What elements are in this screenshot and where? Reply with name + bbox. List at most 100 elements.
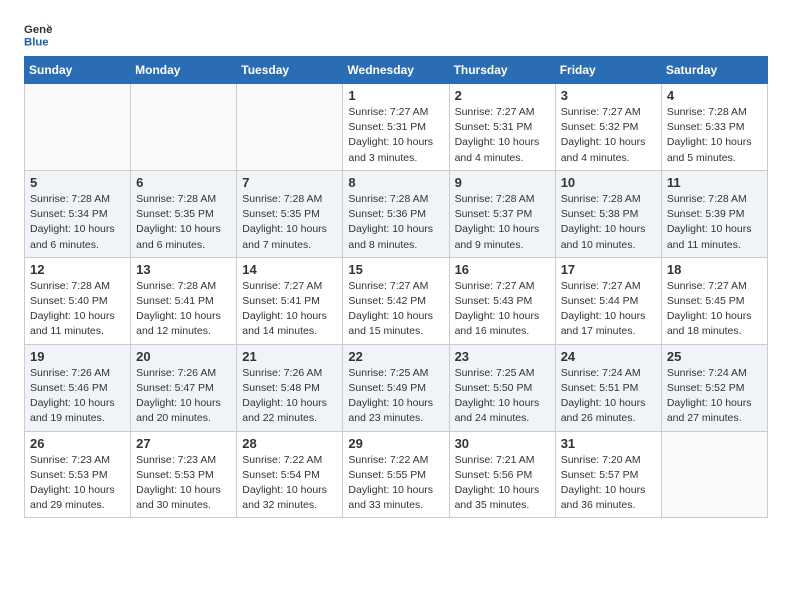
calendar-cell: 30Sunrise: 7:21 AM Sunset: 5:56 PM Dayli… — [449, 431, 555, 518]
svg-text:General: General — [24, 24, 52, 36]
day-number: 27 — [136, 436, 231, 451]
day-number: 26 — [30, 436, 125, 451]
day-number: 4 — [667, 88, 762, 103]
calendar-cell: 15 Sunrise: 7:27 AM Sunset: 5:42 PM Dayli… — [343, 257, 449, 344]
calendar-cell: 12Sunrise: 7:28 AM Sunset: 5:40 PM Dayli… — [25, 257, 131, 344]
calendar-cell: 11 Sunrise: 7:28 AM Sunset: 5:39 PM Dayli… — [661, 170, 767, 257]
calendar-cell — [25, 84, 131, 171]
day-info: Sunrise: 7:22 AM Sunset: 5:55 PM Dayligh… — [348, 453, 443, 514]
day-info: Sunrise: 7:24 AM Sunset: 5:51 PM Dayligh… — [561, 366, 656, 427]
calendar-cell: 7 Sunrise: 7:28 AM Sunset: 5:35 PM Daylig… — [237, 170, 343, 257]
day-info: Sunrise: 7:27 AM Sunset: 5:42 PM Dayligh… — [348, 279, 443, 340]
calendar-header-row: SundayMondayTuesdayWednesdayThursdayFrid… — [25, 57, 768, 84]
calendar-cell: 26Sunrise: 7:23 AM Sunset: 5:53 PM Dayli… — [25, 431, 131, 518]
calendar-cell: 29Sunrise: 7:22 AM Sunset: 5:55 PM Dayli… — [343, 431, 449, 518]
day-number: 11 — [667, 175, 762, 190]
day-info: Sunrise: 7:28 AM Sunset: 5:35 PM Dayligh… — [242, 192, 337, 253]
day-number: 8 — [348, 175, 443, 190]
day-number: 28 — [242, 436, 337, 451]
calendar-cell: 24 Sunrise: 7:24 AM Sunset: 5:51 PM Dayli… — [555, 344, 661, 431]
day-info: Sunrise: 7:27 AM Sunset: 5:44 PM Dayligh… — [561, 279, 656, 340]
weekday-header-wednesday: Wednesday — [343, 57, 449, 84]
calendar-cell: 16 Sunrise: 7:27 AM Sunset: 5:43 PM Dayli… — [449, 257, 555, 344]
calendar-cell — [131, 84, 237, 171]
weekday-header-sunday: Sunday — [25, 57, 131, 84]
day-info: Sunrise: 7:28 AM Sunset: 5:33 PM Dayligh… — [667, 105, 762, 166]
day-info: Sunrise: 7:23 AM Sunset: 5:53 PM Dayligh… — [136, 453, 231, 514]
calendar-week-1: 1 Sunrise: 7:27 AM Sunset: 5:31 PM Daylig… — [25, 84, 768, 171]
day-info: Sunrise: 7:20 AM Sunset: 5:57 PM Dayligh… — [561, 453, 656, 514]
day-info: Sunrise: 7:27 AM Sunset: 5:31 PM Dayligh… — [455, 105, 550, 166]
day-number: 23 — [455, 349, 550, 364]
day-info: Sunrise: 7:21 AM Sunset: 5:56 PM Dayligh… — [455, 453, 550, 514]
day-info: Sunrise: 7:26 AM Sunset: 5:48 PM Dayligh… — [242, 366, 337, 427]
day-number: 17 — [561, 262, 656, 277]
day-info: Sunrise: 7:28 AM Sunset: 5:35 PM Dayligh… — [136, 192, 231, 253]
calendar-cell: 9 Sunrise: 7:28 AM Sunset: 5:37 PM Daylig… — [449, 170, 555, 257]
weekday-header-tuesday: Tuesday — [237, 57, 343, 84]
day-number: 3 — [561, 88, 656, 103]
weekday-header-saturday: Saturday — [661, 57, 767, 84]
day-number: 15 — [348, 262, 443, 277]
day-info: Sunrise: 7:28 AM Sunset: 5:34 PM Dayligh… — [30, 192, 125, 253]
calendar-cell: 20 Sunrise: 7:26 AM Sunset: 5:47 PM Dayli… — [131, 344, 237, 431]
day-info: Sunrise: 7:28 AM Sunset: 5:38 PM Dayligh… — [561, 192, 656, 253]
calendar-week-4: 19Sunrise: 7:26 AM Sunset: 5:46 PM Dayli… — [25, 344, 768, 431]
page-header: General Blue — [24, 20, 768, 48]
day-info: Sunrise: 7:26 AM Sunset: 5:47 PM Dayligh… — [136, 366, 231, 427]
day-info: Sunrise: 7:27 AM Sunset: 5:43 PM Dayligh… — [455, 279, 550, 340]
calendar-cell: 13 Sunrise: 7:28 AM Sunset: 5:41 PM Dayli… — [131, 257, 237, 344]
calendar-cell: 1 Sunrise: 7:27 AM Sunset: 5:31 PM Daylig… — [343, 84, 449, 171]
calendar-week-5: 26 Sunrise: 7:23 AM Sunset: 5:53 PM Dayli… — [25, 431, 768, 518]
calendar-cell: 6 Sunrise: 7:28 AM Sunset: 5:35 PM Daylig… — [131, 170, 237, 257]
day-number: 16 — [455, 262, 550, 277]
day-number: 22 — [348, 349, 443, 364]
day-number: 14 — [242, 262, 337, 277]
day-number: 20 — [136, 349, 231, 364]
day-number: 10 — [561, 175, 656, 190]
calendar-cell: 5 Sunrise: 7:28 AM Sunset: 5:34 PM Daylig… — [25, 170, 131, 257]
day-number: 13 — [136, 262, 231, 277]
calendar-cell: 23 Sunrise: 7:25 AM Sunset: 5:50 PM Dayli… — [449, 344, 555, 431]
day-number: 5 — [30, 175, 125, 190]
weekday-header-thursday: Thursday — [449, 57, 555, 84]
weekday-header-friday: Friday — [555, 57, 661, 84]
day-info: Sunrise: 7:22 AM Sunset: 5:54 PM Dayligh… — [242, 453, 337, 514]
day-info: Sunrise: 7:27 AM Sunset: 5:45 PM Dayligh… — [667, 279, 762, 340]
day-number: 12 — [30, 262, 125, 277]
day-number: 9 — [455, 175, 550, 190]
day-number: 2 — [455, 88, 550, 103]
svg-text:Blue: Blue — [24, 36, 49, 48]
calendar-cell: 3 Sunrise: 7:27 AM Sunset: 5:32 PM Daylig… — [555, 84, 661, 171]
calendar-cell: 14 Sunrise: 7:27 AM Sunset: 5:41 PM Dayli… — [237, 257, 343, 344]
calendar-cell — [237, 84, 343, 171]
day-number: 24 — [561, 349, 656, 364]
day-info: Sunrise: 7:28 AM Sunset: 5:39 PM Dayligh… — [667, 192, 762, 253]
day-info: Sunrise: 7:28 AM Sunset: 5:37 PM Dayligh… — [455, 192, 550, 253]
day-info: Sunrise: 7:27 AM Sunset: 5:31 PM Dayligh… — [348, 105, 443, 166]
day-info: Sunrise: 7:28 AM Sunset: 5:41 PM Dayligh… — [136, 279, 231, 340]
calendar-week-3: 12Sunrise: 7:28 AM Sunset: 5:40 PM Dayli… — [25, 257, 768, 344]
logo-icon: General Blue — [24, 20, 52, 48]
day-info: Sunrise: 7:27 AM Sunset: 5:32 PM Dayligh… — [561, 105, 656, 166]
day-number: 7 — [242, 175, 337, 190]
day-info: Sunrise: 7:25 AM Sunset: 5:50 PM Dayligh… — [455, 366, 550, 427]
calendar-cell: 8 Sunrise: 7:28 AM Sunset: 5:36 PM Daylig… — [343, 170, 449, 257]
calendar-cell: 28 Sunrise: 7:22 AM Sunset: 5:54 PM Dayli… — [237, 431, 343, 518]
calendar-cell: 4 Sunrise: 7:28 AM Sunset: 5:33 PM Daylig… — [661, 84, 767, 171]
calendar-cell: 27 Sunrise: 7:23 AM Sunset: 5:53 PM Dayli… — [131, 431, 237, 518]
calendar-cell: 21Sunrise: 7:26 AM Sunset: 5:48 PM Dayli… — [237, 344, 343, 431]
day-info: Sunrise: 7:28 AM Sunset: 5:36 PM Dayligh… — [348, 192, 443, 253]
day-number: 25 — [667, 349, 762, 364]
calendar-cell: 2 Sunrise: 7:27 AM Sunset: 5:31 PM Daylig… — [449, 84, 555, 171]
day-number: 1 — [348, 88, 443, 103]
day-number: 31 — [561, 436, 656, 451]
day-info: Sunrise: 7:25 AM Sunset: 5:49 PM Dayligh… — [348, 366, 443, 427]
calendar-body: 1 Sunrise: 7:27 AM Sunset: 5:31 PM Daylig… — [25, 84, 768, 518]
calendar-cell: 25Sunrise: 7:24 AM Sunset: 5:52 PM Dayli… — [661, 344, 767, 431]
calendar-cell: 18Sunrise: 7:27 AM Sunset: 5:45 PM Dayli… — [661, 257, 767, 344]
day-number: 6 — [136, 175, 231, 190]
calendar-week-2: 5 Sunrise: 7:28 AM Sunset: 5:34 PM Daylig… — [25, 170, 768, 257]
day-info: Sunrise: 7:27 AM Sunset: 5:41 PM Dayligh… — [242, 279, 337, 340]
day-info: Sunrise: 7:26 AM Sunset: 5:46 PM Dayligh… — [30, 366, 125, 427]
